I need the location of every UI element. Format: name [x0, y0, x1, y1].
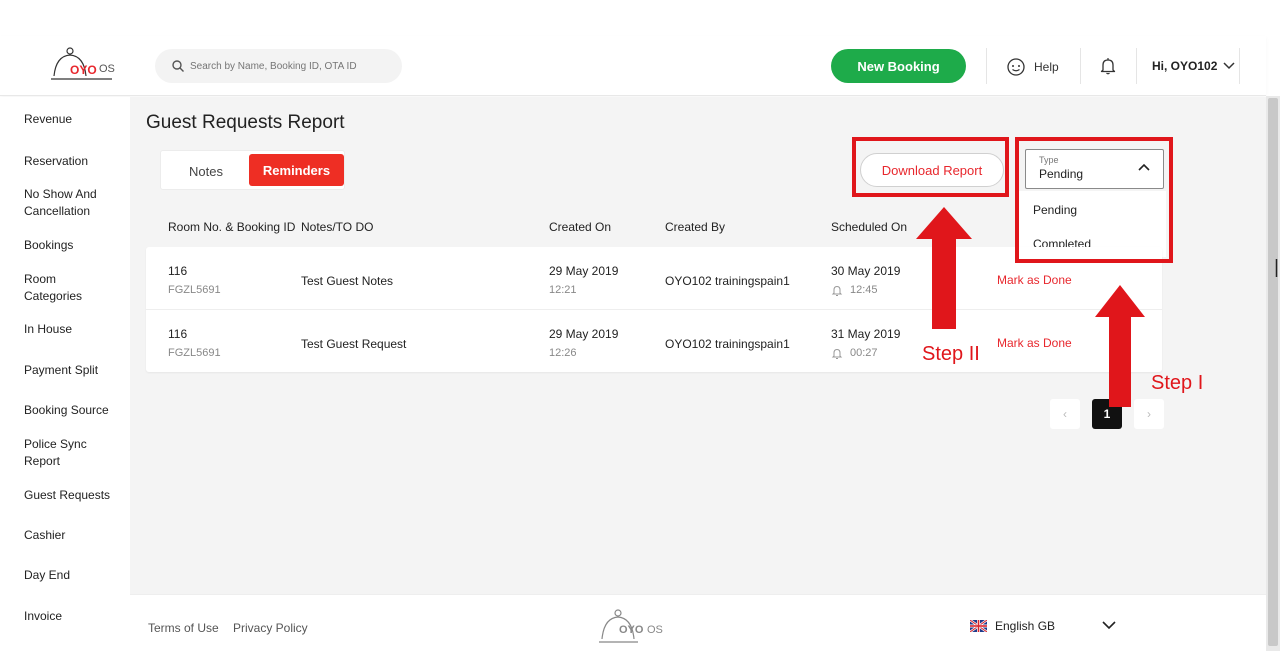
sidebar-item-booking-source[interactable]: Booking Source [24, 402, 124, 419]
table-row: 116 FGZL5691 Test Guest Notes 29 May 201… [146, 247, 1162, 309]
support-icon [1007, 58, 1025, 76]
scheduled-time: 12:45 [850, 284, 878, 296]
sidebar-item-payment-split[interactable]: Payment Split [24, 362, 124, 379]
language-label: English GB [995, 619, 1056, 633]
chevron-down-icon [1223, 62, 1235, 70]
created-by: OYO102 trainingspain1 [665, 337, 790, 351]
sidebar-item-invoice[interactable]: Invoice [24, 608, 124, 625]
mark-as-done-button[interactable]: Mark as Done [997, 273, 1072, 287]
sidebar-item-reservation[interactable]: Reservation [24, 153, 124, 170]
annotation-step-2: Step II [922, 343, 980, 365]
scheduled-date: 31 May 2019 [831, 327, 901, 341]
pagination-prev-button[interactable]: ‹ [1050, 399, 1080, 429]
oyo-os-logo[interactable]: OYO OS [50, 46, 120, 86]
scheduled-date: 30 May 2019 [831, 264, 901, 278]
language-selector[interactable]: English GB [970, 619, 1055, 633]
sidebar-item-revenue[interactable]: Revenue [24, 111, 124, 128]
new-booking-button[interactable]: New Booking [831, 49, 966, 83]
annotation-arrow-up-icon [1095, 285, 1145, 407]
bell-icon [831, 285, 843, 296]
booking-id: FGZL5691 [168, 347, 221, 359]
header-divider [986, 48, 987, 84]
privacy-link[interactable]: Privacy Policy [233, 621, 308, 635]
room-number: 116 [168, 327, 188, 341]
column-header-created-by: Created By [665, 220, 726, 234]
uk-flag-icon [970, 620, 987, 632]
room-number: 116 [168, 264, 188, 278]
top-header: OYO OS New Booking Help Hi, OYO102 [0, 36, 1266, 96]
annotation-arrow-up-icon [916, 207, 972, 329]
footer: Terms of Use Privacy Policy OYO OS Engli… [130, 594, 1266, 651]
created-date: 29 May 2019 [549, 327, 619, 341]
logo-os-text: OS [99, 63, 115, 75]
column-header-room: Room No. & Booking ID [168, 220, 296, 234]
note-text: Test Guest Request [301, 337, 407, 351]
footer-logo-text: OYO [619, 624, 644, 636]
table-row: 116 FGZL5691 Test Guest Request 29 May 2… [146, 309, 1162, 371]
user-menu[interactable]: Hi, OYO102 [1152, 59, 1235, 73]
search-input[interactable] [190, 57, 390, 75]
column-header-scheduled-on: Scheduled On [831, 220, 908, 234]
scrollbar-thumb[interactable] [1268, 98, 1278, 646]
logo-text: OYO [70, 63, 97, 77]
page-scrollbar[interactable] [1266, 96, 1280, 651]
sidebar-item-bookings[interactable]: Bookings [24, 237, 124, 254]
booking-id: FGZL5691 [168, 284, 221, 296]
table-header: Room No. & Booking ID Notes/TO DO Create… [146, 207, 1162, 247]
sidebar-item-room-categories[interactable]: Room Categories [24, 271, 94, 305]
tab-reminders[interactable]: Reminders [249, 154, 344, 186]
header-divider [1239, 48, 1240, 84]
sidebar-item-day-end[interactable]: Day End [24, 567, 124, 584]
created-date: 29 May 2019 [549, 264, 619, 278]
sidebar-item-guest-requests[interactable]: Guest Requests [24, 487, 124, 504]
column-header-created-on: Created On [549, 220, 612, 234]
scheduled-time: 00:27 [850, 347, 878, 359]
footer-logo-os: OS [647, 624, 663, 636]
note-text: Test Guest Notes [301, 274, 394, 288]
annotation-box-download [852, 137, 1009, 197]
annotation-box-type [1015, 137, 1173, 263]
sidebar-item-police-sync[interactable]: Police Sync Report [24, 436, 104, 470]
search-bar[interactable] [155, 49, 402, 83]
mark-as-done-button[interactable]: Mark as Done [997, 336, 1072, 350]
requests-table: 116 FGZL5691 Test Guest Notes 29 May 201… [146, 247, 1162, 372]
page-title: Guest Requests Report [146, 112, 345, 133]
created-time: 12:21 [549, 284, 577, 296]
terms-link[interactable]: Terms of Use [148, 621, 219, 635]
search-icon [172, 60, 184, 72]
sidebar-item-no-show[interactable]: No Show And Cancellation [24, 186, 114, 220]
bell-icon[interactable] [1098, 56, 1118, 76]
sidebar-nav: Revenue Reservation No Show And Cancella… [0, 97, 130, 651]
sidebar-item-in-house[interactable]: In House [24, 321, 124, 338]
created-by: OYO102 trainingspain1 [665, 274, 790, 288]
help-label: Help [1034, 60, 1059, 74]
column-header-notes: Notes/TO DO [301, 220, 374, 234]
header-divider [1136, 48, 1137, 84]
chevron-down-icon[interactable] [1102, 621, 1116, 630]
help-link[interactable]: Help [1006, 57, 1059, 77]
sidebar-item-cashier[interactable]: Cashier [24, 527, 124, 544]
tab-notes[interactable]: Notes [175, 158, 237, 184]
header-divider [1080, 48, 1081, 84]
text-cursor-icon [1275, 259, 1278, 277]
bell-icon [831, 348, 843, 359]
footer-logo: OYO OS [598, 609, 664, 651]
created-time: 12:26 [549, 347, 577, 359]
user-greeting: Hi, OYO102 [1152, 59, 1218, 73]
tab-group: Notes Reminders [160, 150, 345, 190]
annotation-step-1: Step I [1151, 372, 1204, 394]
